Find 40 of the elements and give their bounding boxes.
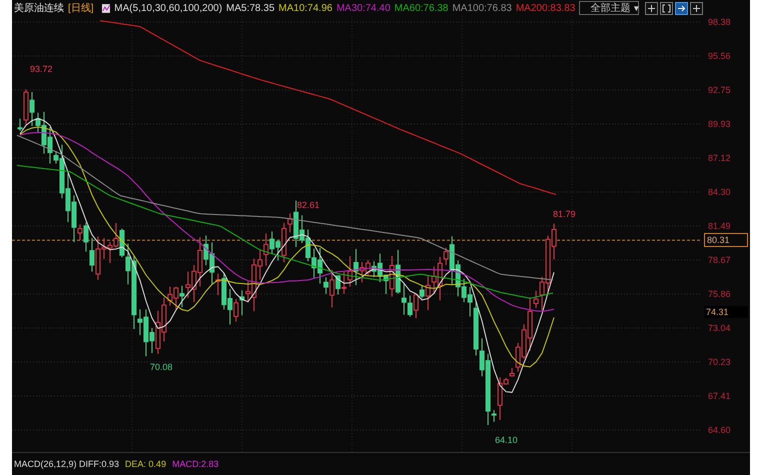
plus-button[interactable] bbox=[645, 2, 658, 14]
theme-dropdown[interactable]: 全部主题 ▼ bbox=[579, 1, 640, 15]
price-tick-label: 78.67 bbox=[708, 254, 732, 266]
moving-average-value: MA100:76.83 bbox=[452, 2, 512, 14]
price-annotation: 82.61 bbox=[297, 199, 320, 212]
price-tick-label: 75.86 bbox=[708, 288, 732, 300]
chart-title: 美原油连续 bbox=[14, 2, 64, 15]
price-annotation: 81.79 bbox=[553, 208, 576, 221]
indicator-label: MA(5,10,30,60,100,200) bbox=[114, 2, 222, 14]
price-tick-label: 81.49 bbox=[708, 220, 732, 232]
macd-label: MACD(26,12,9) DIFF:0.93 bbox=[14, 459, 120, 469]
moving-average-value: MA60:76.38 bbox=[394, 2, 448, 14]
bracket-button[interactable] bbox=[660, 2, 674, 14]
chart-icon bbox=[102, 4, 110, 12]
moving-average-value: MA200:83.83 bbox=[516, 2, 576, 14]
price-tick-label: 73.04 bbox=[708, 322, 732, 334]
bracket-icon bbox=[662, 4, 672, 12]
price-tick-label: 98.38 bbox=[708, 16, 732, 28]
price-annotation: 93.72 bbox=[30, 63, 53, 76]
price-tick-label: 89.93 bbox=[708, 118, 732, 130]
period-label: [日线] bbox=[68, 2, 94, 15]
arrow-button[interactable] bbox=[675, 2, 688, 14]
price-tick-label: 87.12 bbox=[708, 152, 732, 164]
moving-average-value: MA5:78.35 bbox=[226, 2, 275, 14]
price-tick-label: 70.23 bbox=[708, 356, 732, 368]
price-annotation: 70.08 bbox=[150, 361, 173, 374]
plus-icon bbox=[647, 4, 656, 12]
price-tick-label: 67.41 bbox=[708, 390, 732, 402]
current-price-label: 80.31 bbox=[704, 233, 748, 248]
moving-average-value: MA10:74.96 bbox=[278, 2, 332, 14]
price-annotation: 64.10 bbox=[495, 434, 518, 447]
price-tick-label: 95.56 bbox=[708, 50, 732, 62]
dea-value: DEA: 0.49 bbox=[125, 459, 166, 469]
macd-value: MACD:2.83 bbox=[172, 459, 219, 469]
price-tick-label: 92.75 bbox=[708, 84, 732, 96]
moving-average-value: MA30:74.40 bbox=[336, 2, 390, 14]
price-tick-label: 84.30 bbox=[708, 186, 732, 198]
price-marker-label: 74.31 bbox=[704, 306, 748, 318]
price-tick-label: 64.60 bbox=[708, 424, 732, 436]
arrow-icon bbox=[677, 4, 686, 12]
